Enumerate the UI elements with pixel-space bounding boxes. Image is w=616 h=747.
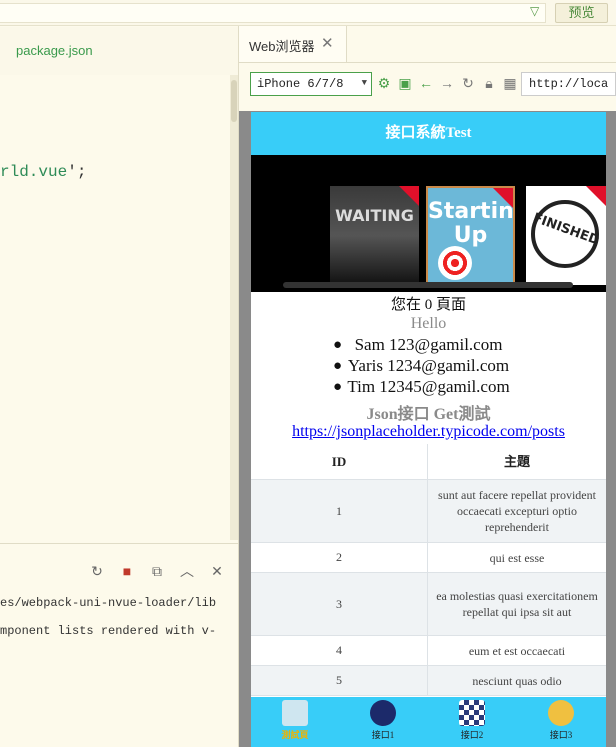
corner-ribbon (493, 188, 513, 208)
swiper-slide[interactable]: Starting Up (426, 186, 515, 285)
browser-toolbar: ⚙ ▣ ← → ↻ 🔒︎ ▦ (376, 74, 518, 92)
code-suffix: '; (67, 163, 87, 181)
user-list: ● Sam 123@gamil.com ● Yaris 1234@gamil.com… (251, 335, 606, 398)
page-indicator: 您在 0 頁面 (390, 297, 466, 313)
column-header-id: ID (251, 444, 428, 479)
bullet-icon: ● (333, 358, 343, 374)
cell-title: qui est esse (489, 550, 545, 565)
editor-tab-bar: package.json (0, 27, 238, 75)
device-select[interactable]: iPhone 6/7/8 ▼ (250, 72, 372, 96)
tab-label: 接口3 (549, 730, 573, 740)
console-panel: ↻ ■ ⧉ ︿ ✕ es/webpack-uni-nvue-loader/lib… (0, 543, 238, 747)
forward-arrow-icon[interactable]: → (439, 74, 455, 92)
back-arrow-icon[interactable]: ← (418, 74, 434, 92)
refresh-icon[interactable]: ↻ (460, 74, 476, 92)
list-item: ● Yaris 1234@gamil.com (251, 356, 606, 377)
api-link[interactable]: https://jsonplaceholder.typicode.com/pos… (251, 423, 606, 441)
tab-label: 接口2 (460, 730, 484, 740)
device-select-value: iPhone 6/7/8 (257, 77, 344, 91)
code-line: rld.vue'; (0, 163, 86, 181)
table-row[interactable]: 1 sunt aut facere repellat provident occ… (251, 480, 606, 543)
console-line: es/webpack-uni-nvue-loader/lib (0, 596, 217, 610)
swiper-indicator (283, 282, 573, 288)
cell-title: eum et est occaecati (468, 643, 566, 658)
rocket-icon (548, 700, 574, 726)
corner-ribbon (586, 186, 606, 206)
bottom-tab-bar: 測試頁 接口1 接口2 接口3 (251, 697, 606, 747)
user-email: 1234@gamil.com (387, 356, 510, 375)
nav-title: 接口系統Test (251, 112, 606, 155)
cell-id: 1 (251, 480, 428, 542)
code-editor[interactable] (0, 75, 230, 540)
terminal-icon[interactable]: ▣ (397, 74, 413, 92)
tab-label: 接口1 (371, 730, 395, 740)
cell-id: 3 (251, 573, 428, 635)
filter-icon[interactable]: ▽ (530, 4, 539, 18)
user-email: 12345@gamil.com (379, 377, 510, 396)
cell-id: 4 (251, 636, 428, 665)
json-section-title: Json接口 Get測試 (366, 406, 491, 423)
tab-label: 測試頁 (281, 730, 309, 740)
tab-test-page[interactable]: 測試頁 (270, 700, 320, 744)
user-name: Sam (354, 335, 385, 354)
cell-title: nesciunt quas odio (472, 673, 562, 688)
tab-api-1[interactable]: 接口1 (358, 700, 408, 744)
posts-table: ID 主題 1 sunt aut facere repellat provide… (251, 444, 606, 696)
table-header: ID 主題 (251, 444, 606, 480)
settings-icon[interactable]: ⚙ (376, 74, 392, 92)
close-icon[interactable]: ✕ (208, 562, 226, 580)
user-email: 123@gamil.com (389, 335, 503, 354)
cell-title: sunt aut facere repellat provident occae… (438, 488, 596, 534)
editor-tab-package-json[interactable]: package.json (16, 43, 93, 58)
tab-web-browser[interactable]: Web浏览器 ✕ (239, 26, 347, 62)
lock-icon[interactable]: 🔒︎ (481, 74, 497, 92)
editor-scrollbar[interactable] (230, 75, 238, 540)
console-line: mponent lists rendered with v- (0, 624, 217, 638)
list-item: ● Tim 12345@gamil.com (251, 377, 606, 398)
cell-id: 5 (251, 666, 428, 695)
restart-icon[interactable]: ↻ (88, 562, 106, 580)
slide-image-text: WAITING (335, 206, 414, 225)
astronaut-icon (370, 700, 396, 726)
tab-label: Web浏览器 (249, 39, 315, 54)
column-header-title: 主題 (503, 453, 530, 469)
corner-ribbon (399, 186, 419, 206)
cell-id: 2 (251, 543, 428, 572)
top-toolbar: ▽ 预览 (0, 0, 616, 26)
export-icon[interactable]: ⧉ (148, 562, 166, 580)
editor-scrollbar-thumb[interactable] (231, 80, 237, 122)
swiper-slide[interactable]: WAITING (330, 186, 419, 285)
phone-screen: 接口系統Test WAITING Starting Up FINISHED 您在… (251, 112, 606, 747)
paintbrush-icon (282, 700, 308, 726)
chevron-down-icon: ▼ (361, 78, 367, 88)
tab-api-2[interactable]: 接口2 (447, 700, 497, 744)
table-row[interactable]: 3 ea molestias quasi exercitationem repe… (251, 573, 606, 636)
table-row[interactable]: 4 eum et est occaecati (251, 636, 606, 666)
bullet-icon: ● (333, 379, 343, 395)
hello-text: Hello (410, 315, 447, 332)
target-icon (438, 246, 472, 280)
list-item: ● Sam 123@gamil.com (251, 335, 606, 356)
close-icon[interactable]: ✕ (321, 34, 334, 52)
qrcode-icon[interactable]: ▦ (502, 74, 518, 92)
collapse-icon[interactable]: ︿ (178, 562, 196, 580)
code-string: rld.vue (0, 163, 68, 181)
image-swiper[interactable]: WAITING Starting Up FINISHED (251, 155, 606, 292)
table-row[interactable]: 2 qui est esse (251, 543, 606, 573)
user-name: Tim (347, 377, 376, 396)
tab-divider (239, 62, 616, 63)
stop-icon[interactable]: ■ (118, 562, 136, 580)
tab-api-3[interactable]: 接口3 (536, 700, 586, 744)
user-name: Yaris (347, 356, 383, 375)
table-row[interactable]: 5 nesciunt quas odio (251, 666, 606, 696)
console-toolbar: ↻ ■ ⧉ ︿ ✕ (88, 562, 226, 580)
url-input[interactable]: http://loca (521, 72, 616, 96)
preview-button[interactable]: 预览 (555, 3, 608, 23)
filter-input[interactable] (0, 3, 546, 23)
swiper-slide[interactable]: FINISHED (526, 186, 606, 285)
bullet-icon: ● (333, 337, 343, 353)
checkered-flag-icon (459, 700, 485, 726)
cell-title: ea molestias quasi exercitationem repell… (436, 589, 598, 619)
